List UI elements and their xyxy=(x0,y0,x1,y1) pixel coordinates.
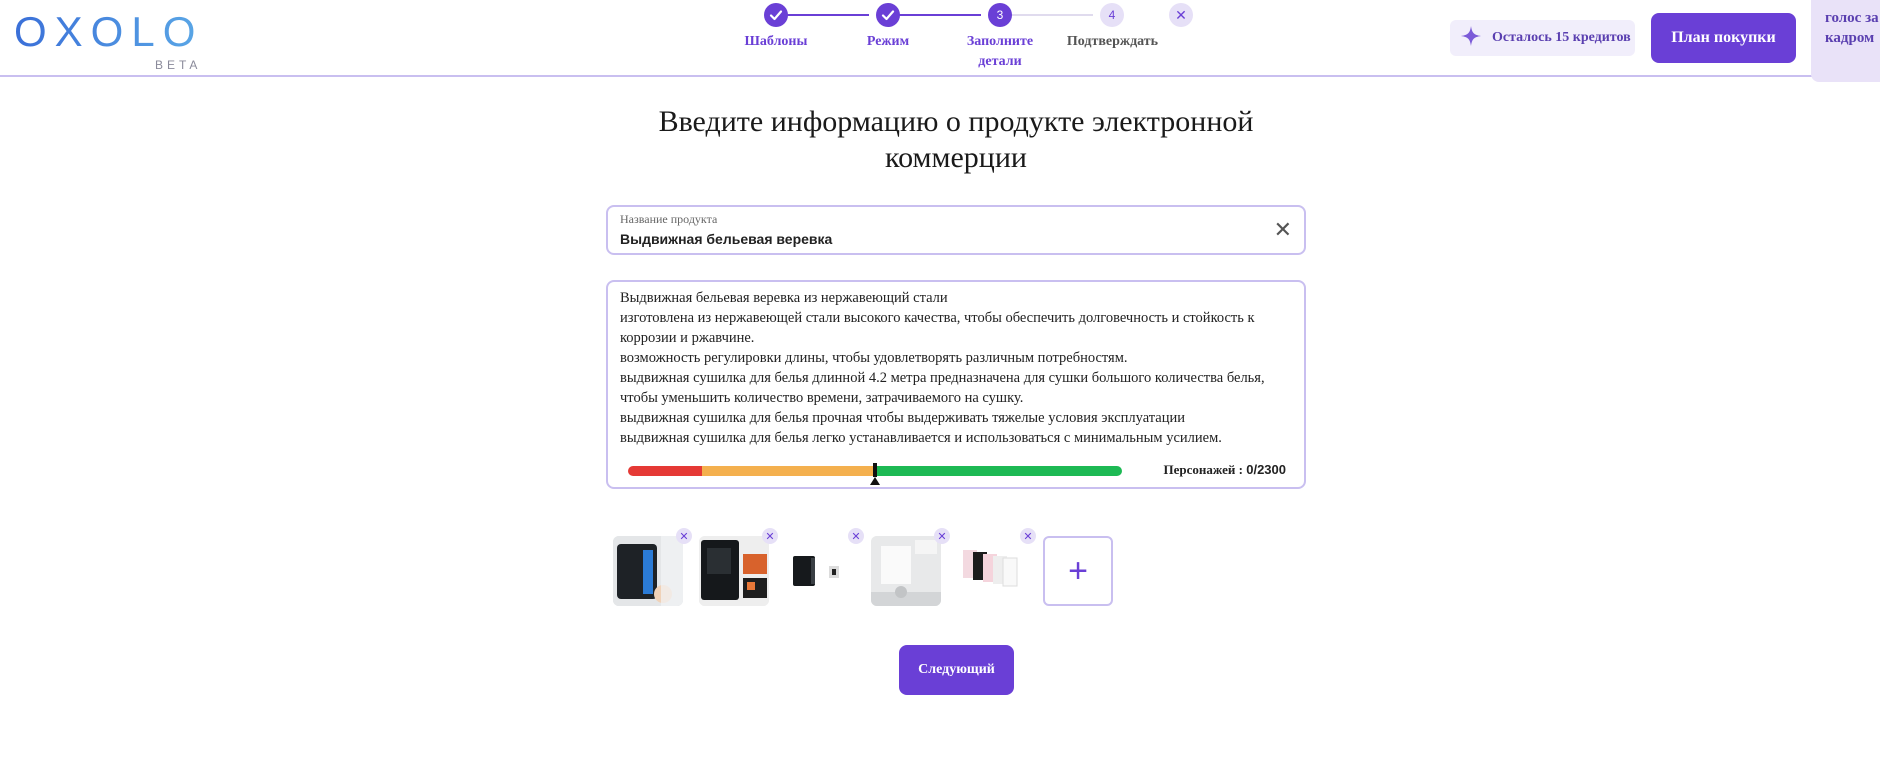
meter-pointer-icon xyxy=(870,477,880,485)
purchase-plan-button[interactable]: План покупки xyxy=(1651,13,1796,63)
credits-text: Осталось 15 кредитов xyxy=(1492,30,1631,45)
product-image-thumbnail[interactable] xyxy=(785,536,855,606)
product-name-field[interactable]: Название продукта Выдвижная бельевая вер… xyxy=(606,205,1306,255)
sparkle-icon xyxy=(1460,25,1482,52)
meter-marker xyxy=(873,463,877,477)
clear-icon[interactable]: ✕ xyxy=(1274,217,1292,243)
remove-image-icon[interactable]: ✕ xyxy=(676,528,692,544)
step-label-templates[interactable]: Шаблоны xyxy=(736,32,816,52)
character-count: Персонажей : 0/2300 xyxy=(1164,462,1286,478)
close-icon[interactable]: ✕ xyxy=(1169,3,1193,27)
product-name-input[interactable]: Выдвижная бельевая веревка xyxy=(620,231,832,247)
step-connector xyxy=(1000,14,1093,16)
step-label-confirm[interactable]: Подтверждать xyxy=(1060,32,1165,52)
meter-green-segment xyxy=(876,466,1122,476)
character-count-label: Персонажей : xyxy=(1163,462,1243,477)
beta-badge: BETA xyxy=(154,58,202,72)
page-title: Введите информацию о продукте электронно… xyxy=(658,105,1254,174)
product-image-thumbnail[interactable] xyxy=(957,536,1027,606)
product-description-textarea[interactable]: Выдвижная бельевая веревка из нержавеющи… xyxy=(620,288,1296,448)
remove-image-icon[interactable]: ✕ xyxy=(762,528,778,544)
step-1-check-icon[interactable] xyxy=(764,3,788,27)
step-connector xyxy=(888,14,981,16)
progress-stepper: 3 4 ✕ Шаблоны Режим Заполните детали Под… xyxy=(700,0,1200,76)
step-2-check-icon[interactable] xyxy=(876,3,900,27)
meter-red-segment xyxy=(628,466,702,476)
remove-image-icon[interactable]: ✕ xyxy=(848,528,864,544)
step-label-fill-details[interactable]: Заполните детали xyxy=(960,32,1040,72)
credits-indicator: Осталось 15 кредитов xyxy=(1450,20,1635,56)
step-connector xyxy=(776,14,869,16)
logo[interactable]: OXOLO BETA xyxy=(14,8,204,73)
next-button[interactable]: Следующий xyxy=(899,645,1014,695)
voiceover-button[interactable]: голос за кадром xyxy=(1811,0,1880,82)
product-image-thumbnail[interactable] xyxy=(871,536,941,606)
step-label-mode[interactable]: Режим xyxy=(848,32,928,52)
top-bar: OXOLO BETA 3 4 ✕ Шаблоны Режим Заполните… xyxy=(0,0,1880,82)
remove-image-icon[interactable]: ✕ xyxy=(1020,528,1036,544)
meter-orange-segment xyxy=(702,466,876,476)
remove-image-icon[interactable]: ✕ xyxy=(934,528,950,544)
product-name-label: Название продукта xyxy=(620,212,718,226)
add-image-button[interactable]: + xyxy=(1043,536,1113,606)
product-image-thumbnail[interactable] xyxy=(699,536,769,606)
step-3-number[interactable]: 3 xyxy=(988,3,1012,27)
product-description-field[interactable]: Выдвижная бельевая веревка из нержавеющи… xyxy=(606,280,1306,489)
character-count-value: 0/2300 xyxy=(1246,462,1286,477)
product-image-thumbnail[interactable] xyxy=(613,536,683,606)
logo-wordmark: OXOLO xyxy=(14,8,204,55)
step-4-number[interactable]: 4 xyxy=(1100,3,1124,27)
